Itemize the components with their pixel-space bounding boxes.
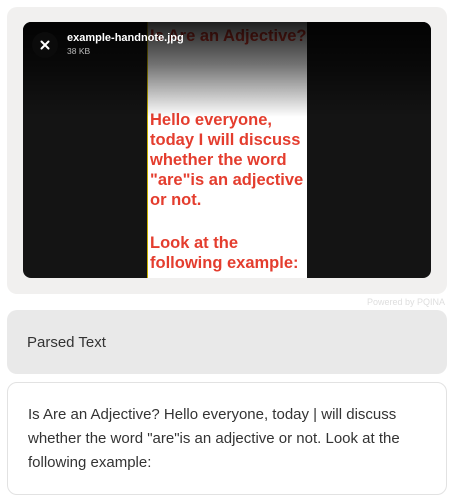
parsed-text-heading: Parsed Text [7, 310, 447, 374]
file-name: example-handnote.jpg [67, 32, 184, 44]
image-preview: Is Are an Adjective? Hello everyone, tod… [147, 22, 307, 278]
remove-file-button[interactable] [32, 32, 58, 58]
file-size: 38 KB [67, 46, 91, 56]
file-info: example-handnote.jpg 38 KB [67, 32, 184, 57]
file-preview: Is Are an Adjective? Hello everyone, tod… [23, 22, 431, 278]
powered-by-link[interactable]: Powered by PQINA [367, 297, 445, 307]
image-body-text: Hello everyone, today I will discuss whe… [150, 111, 304, 209]
image-example-text: Look at the following example: [150, 234, 299, 272]
close-icon [40, 40, 50, 50]
parsed-text-output: Is Are an Adjective? Hello everyone, tod… [7, 382, 447, 495]
file-uploader[interactable]: Is Are an Adjective? Hello everyone, tod… [7, 7, 447, 294]
